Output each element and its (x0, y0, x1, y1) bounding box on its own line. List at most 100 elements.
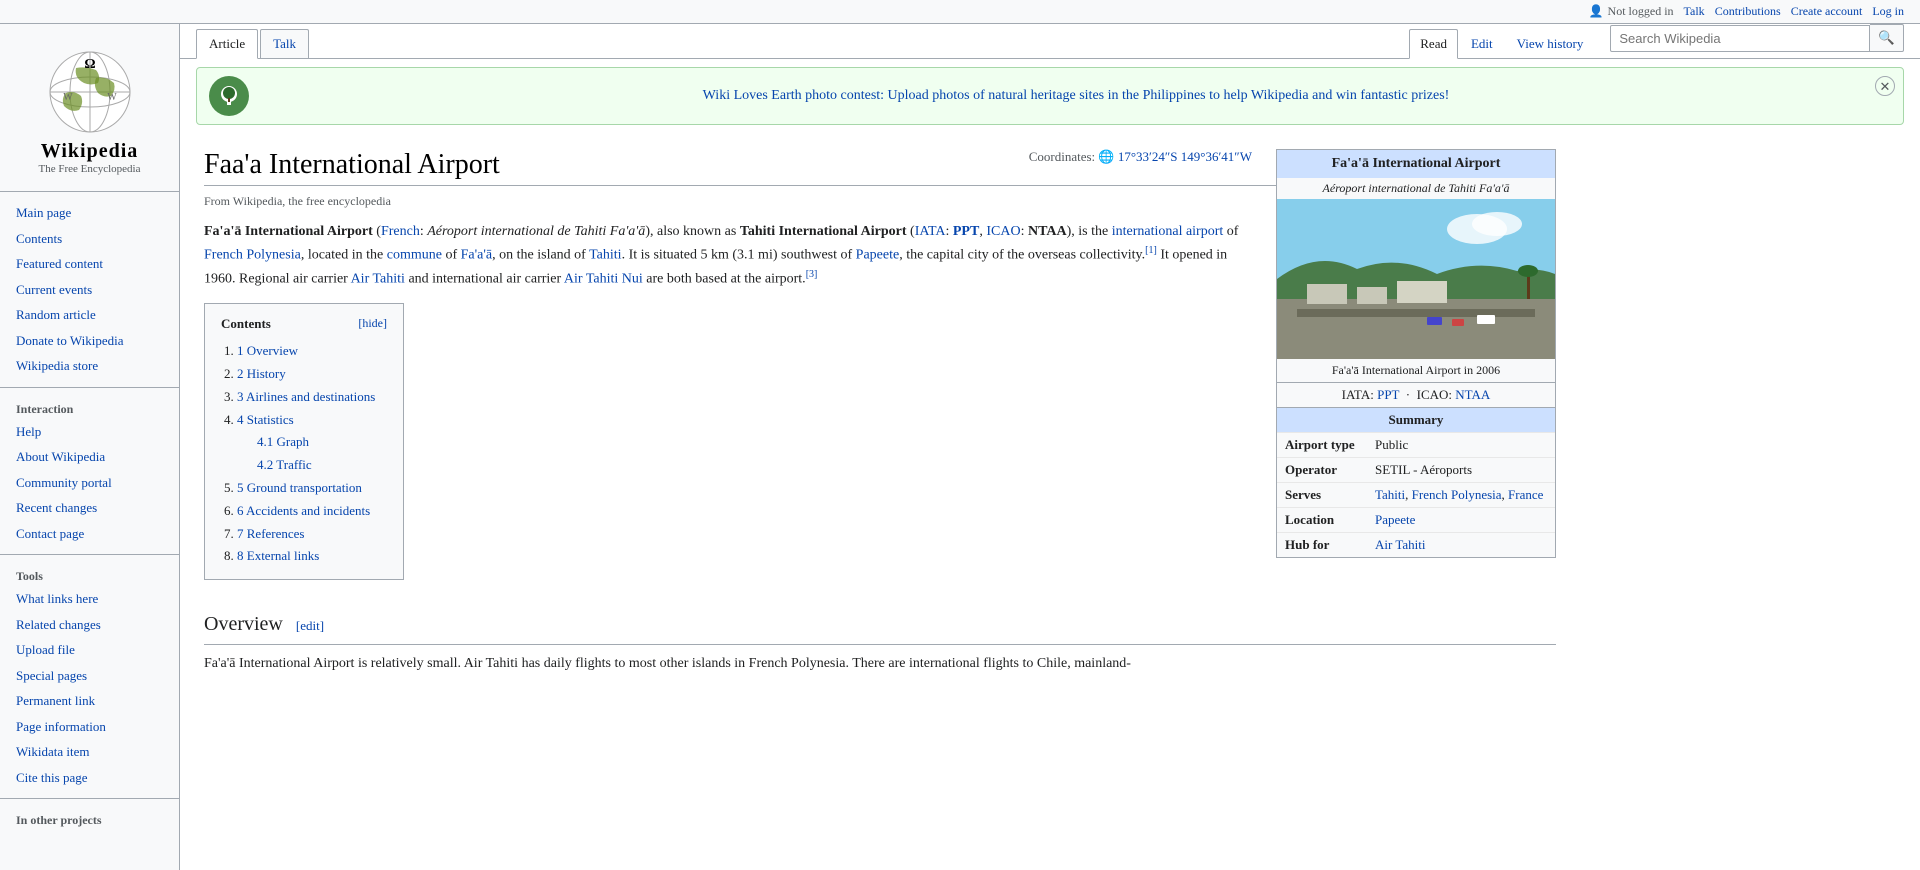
tahiti-link[interactable]: Tahiti (589, 248, 621, 263)
infobox-key-hub: Hub for (1277, 533, 1367, 558)
ref-3: [3] (806, 269, 818, 280)
toc-link-history[interactable]: 2 History (237, 366, 286, 381)
coordinates-link[interactable]: 17°33′24″S 149°36′41″W (1118, 149, 1252, 164)
sidebar-item-upload[interactable]: Upload file (0, 637, 179, 663)
toc-sublist-4: 4.1 Graph 4.2 Traffic (257, 432, 387, 476)
banner-icon (209, 76, 249, 116)
tab-read[interactable]: Read (1409, 29, 1458, 59)
serves-fp-link[interactable]: French Polynesia (1412, 487, 1502, 502)
infobox-val-location: Papeete (1367, 508, 1555, 533)
sidebar-item-page-info[interactable]: Page information (0, 714, 179, 740)
sidebar-item-store[interactable]: Wikipedia store (0, 353, 179, 379)
tab-talk[interactable]: Talk (260, 29, 309, 58)
create-account-link[interactable]: Create account (1791, 4, 1863, 19)
banner-close-button[interactable]: ✕ (1875, 76, 1895, 96)
air-tahiti-nui-link[interactable]: Air Tahiti Nui (564, 272, 643, 287)
sidebar-item-special[interactable]: Special pages (0, 663, 179, 689)
infobox-row-airport-type: Airport type Public (1277, 433, 1555, 458)
tab-view-history[interactable]: View history (1506, 29, 1595, 58)
sidebar-item-contents[interactable]: Contents (0, 226, 179, 252)
sidebar-item-community[interactable]: Community portal (0, 470, 179, 496)
toc-link-ground[interactable]: 5 Ground transportation (237, 480, 362, 495)
ref-1: [1] (1145, 245, 1157, 256)
air-tahiti-link[interactable]: Air Tahiti (351, 272, 405, 287)
toc-hide-link[interactable]: [hide] (358, 314, 387, 335)
table-of-contents: Contents [hide] 1 Overview 2 History 3 A… (204, 303, 404, 580)
log-in-link[interactable]: Log in (1872, 4, 1904, 19)
commune-link[interactable]: commune (387, 248, 442, 263)
top-bar: 👤 Not logged in Talk Contributions Creat… (0, 0, 1920, 24)
infobox-val-operator: SETIL - Aéroports (1367, 458, 1555, 483)
french-polynesia-link[interactable]: French Polynesia (204, 248, 301, 263)
toc-link-references[interactable]: 7 References (237, 526, 305, 541)
search-input[interactable] (1610, 25, 1870, 52)
main-content: Fa'a'ā International Airport Aéroport in… (180, 133, 1580, 692)
talk-link[interactable]: Talk (1684, 4, 1705, 19)
toc-link-traffic[interactable]: 4.2 Traffic (257, 457, 312, 472)
ppt-link[interactable]: PPT (953, 224, 979, 239)
banner-text[interactable]: Wiki Loves Earth photo contest: Upload p… (261, 88, 1891, 104)
infobox-key-airport-type: Airport type (1277, 433, 1367, 458)
sidebar-item-donate[interactable]: Donate to Wikipedia (0, 328, 179, 354)
toc-link-graph[interactable]: 4.1 Graph (257, 434, 309, 449)
search-icon: 🔍 (1878, 30, 1895, 45)
sidebar-item-contact[interactable]: Contact page (0, 521, 179, 547)
view-tabs: Read Edit View history (1409, 29, 1594, 58)
wiki-logo[interactable]: Ω W W Wikipedia The Free Encyclopedia (0, 32, 179, 191)
sidebar-item-permanent[interactable]: Permanent link (0, 688, 179, 714)
sidebar-item-recent[interactable]: Recent changes (0, 495, 179, 521)
toc-link-statistics[interactable]: 4 Statistics (237, 412, 294, 427)
toc-link-external[interactable]: 8 External links (237, 548, 319, 563)
toc-title: Contents [hide] (221, 314, 387, 335)
coordinates-globe-icon: 🌐 (1098, 149, 1114, 164)
toc-link-overview[interactable]: 1 Overview (237, 343, 298, 358)
infobox-row-hub: Hub for Air Tahiti (1277, 533, 1555, 558)
toc-hide-anchor[interactable]: hide (362, 316, 383, 330)
iata-abbr-link[interactable]: IATA (915, 224, 946, 239)
sidebar-item-about[interactable]: About Wikipedia (0, 444, 179, 470)
icao-abbr-link[interactable]: ICAO (986, 224, 1020, 239)
sidebar-item-cite[interactable]: Cite this page (0, 765, 179, 791)
infobox-iata: IATA: PPT · ICAO: NTAA (1277, 382, 1555, 408)
tab-edit[interactable]: Edit (1460, 29, 1504, 58)
faaa-link[interactable]: Fa'a'ā (461, 248, 492, 263)
papeete-link[interactable]: Papeete (856, 248, 900, 263)
overview-edit-link[interactable]: edit (300, 618, 320, 633)
hub-air-tahiti-link[interactable]: Air Tahiti (1375, 537, 1425, 552)
location-papeete-link[interactable]: Papeete (1375, 512, 1415, 527)
sidebar: Ω W W Wikipedia The Free Encyclopedia Ma… (0, 24, 180, 870)
infobox-row-serves: Serves Tahiti, French Polynesia, France (1277, 483, 1555, 508)
infobox-key-operator: Operator (1277, 458, 1367, 483)
icao-code-link[interactable]: NTAA (1455, 387, 1490, 402)
contributions-link[interactable]: Contributions (1715, 4, 1781, 19)
not-logged-in-label: Not logged in (1608, 4, 1674, 19)
sidebar-item-featured[interactable]: Featured content (0, 251, 179, 277)
sidebar-item-main-page[interactable]: Main page (0, 200, 179, 226)
sidebar-item-current-events[interactable]: Current events (0, 277, 179, 303)
sidebar-item-related-changes[interactable]: Related changes (0, 612, 179, 638)
overview-paragraph: Fa'a'ā International Airport is relative… (204, 653, 1556, 675)
sidebar-item-what-links[interactable]: What links here (0, 586, 179, 612)
interaction-heading: Interaction (0, 396, 179, 419)
user-icon: 👤 (1589, 4, 1604, 19)
sidebar-item-wikidata[interactable]: Wikidata item (0, 739, 179, 765)
french-language-link[interactable]: French (381, 224, 420, 239)
banner: Wiki Loves Earth photo contest: Upload p… (196, 67, 1904, 125)
other-projects-heading: In other projects (0, 807, 179, 830)
toc-item-6: 6 Accidents and incidents (237, 501, 387, 522)
overview-heading: Overview [edit] (204, 608, 1556, 645)
toc-item-7: 7 References (237, 524, 387, 545)
serves-france-link[interactable]: France (1508, 487, 1543, 502)
search-button[interactable]: 🔍 (1870, 24, 1904, 52)
iata-code-link[interactable]: PPT (1377, 387, 1399, 402)
serves-tahiti-link[interactable]: Tahiti (1375, 487, 1405, 502)
toc-link-accidents[interactable]: 6 Accidents and incidents (237, 503, 370, 518)
international-airport-link[interactable]: international airport (1112, 224, 1224, 239)
tab-article[interactable]: Article (196, 29, 258, 59)
namespace-tabs: Article Talk (196, 29, 309, 58)
page-wrapper: Ω W W Wikipedia The Free Encyclopedia Ma… (0, 24, 1920, 870)
sidebar-item-random[interactable]: Random article (0, 302, 179, 328)
toc-link-airlines[interactable]: 3 Airlines and destinations (237, 389, 375, 404)
sidebar-item-help[interactable]: Help (0, 419, 179, 445)
tools-heading: Tools (0, 563, 179, 586)
